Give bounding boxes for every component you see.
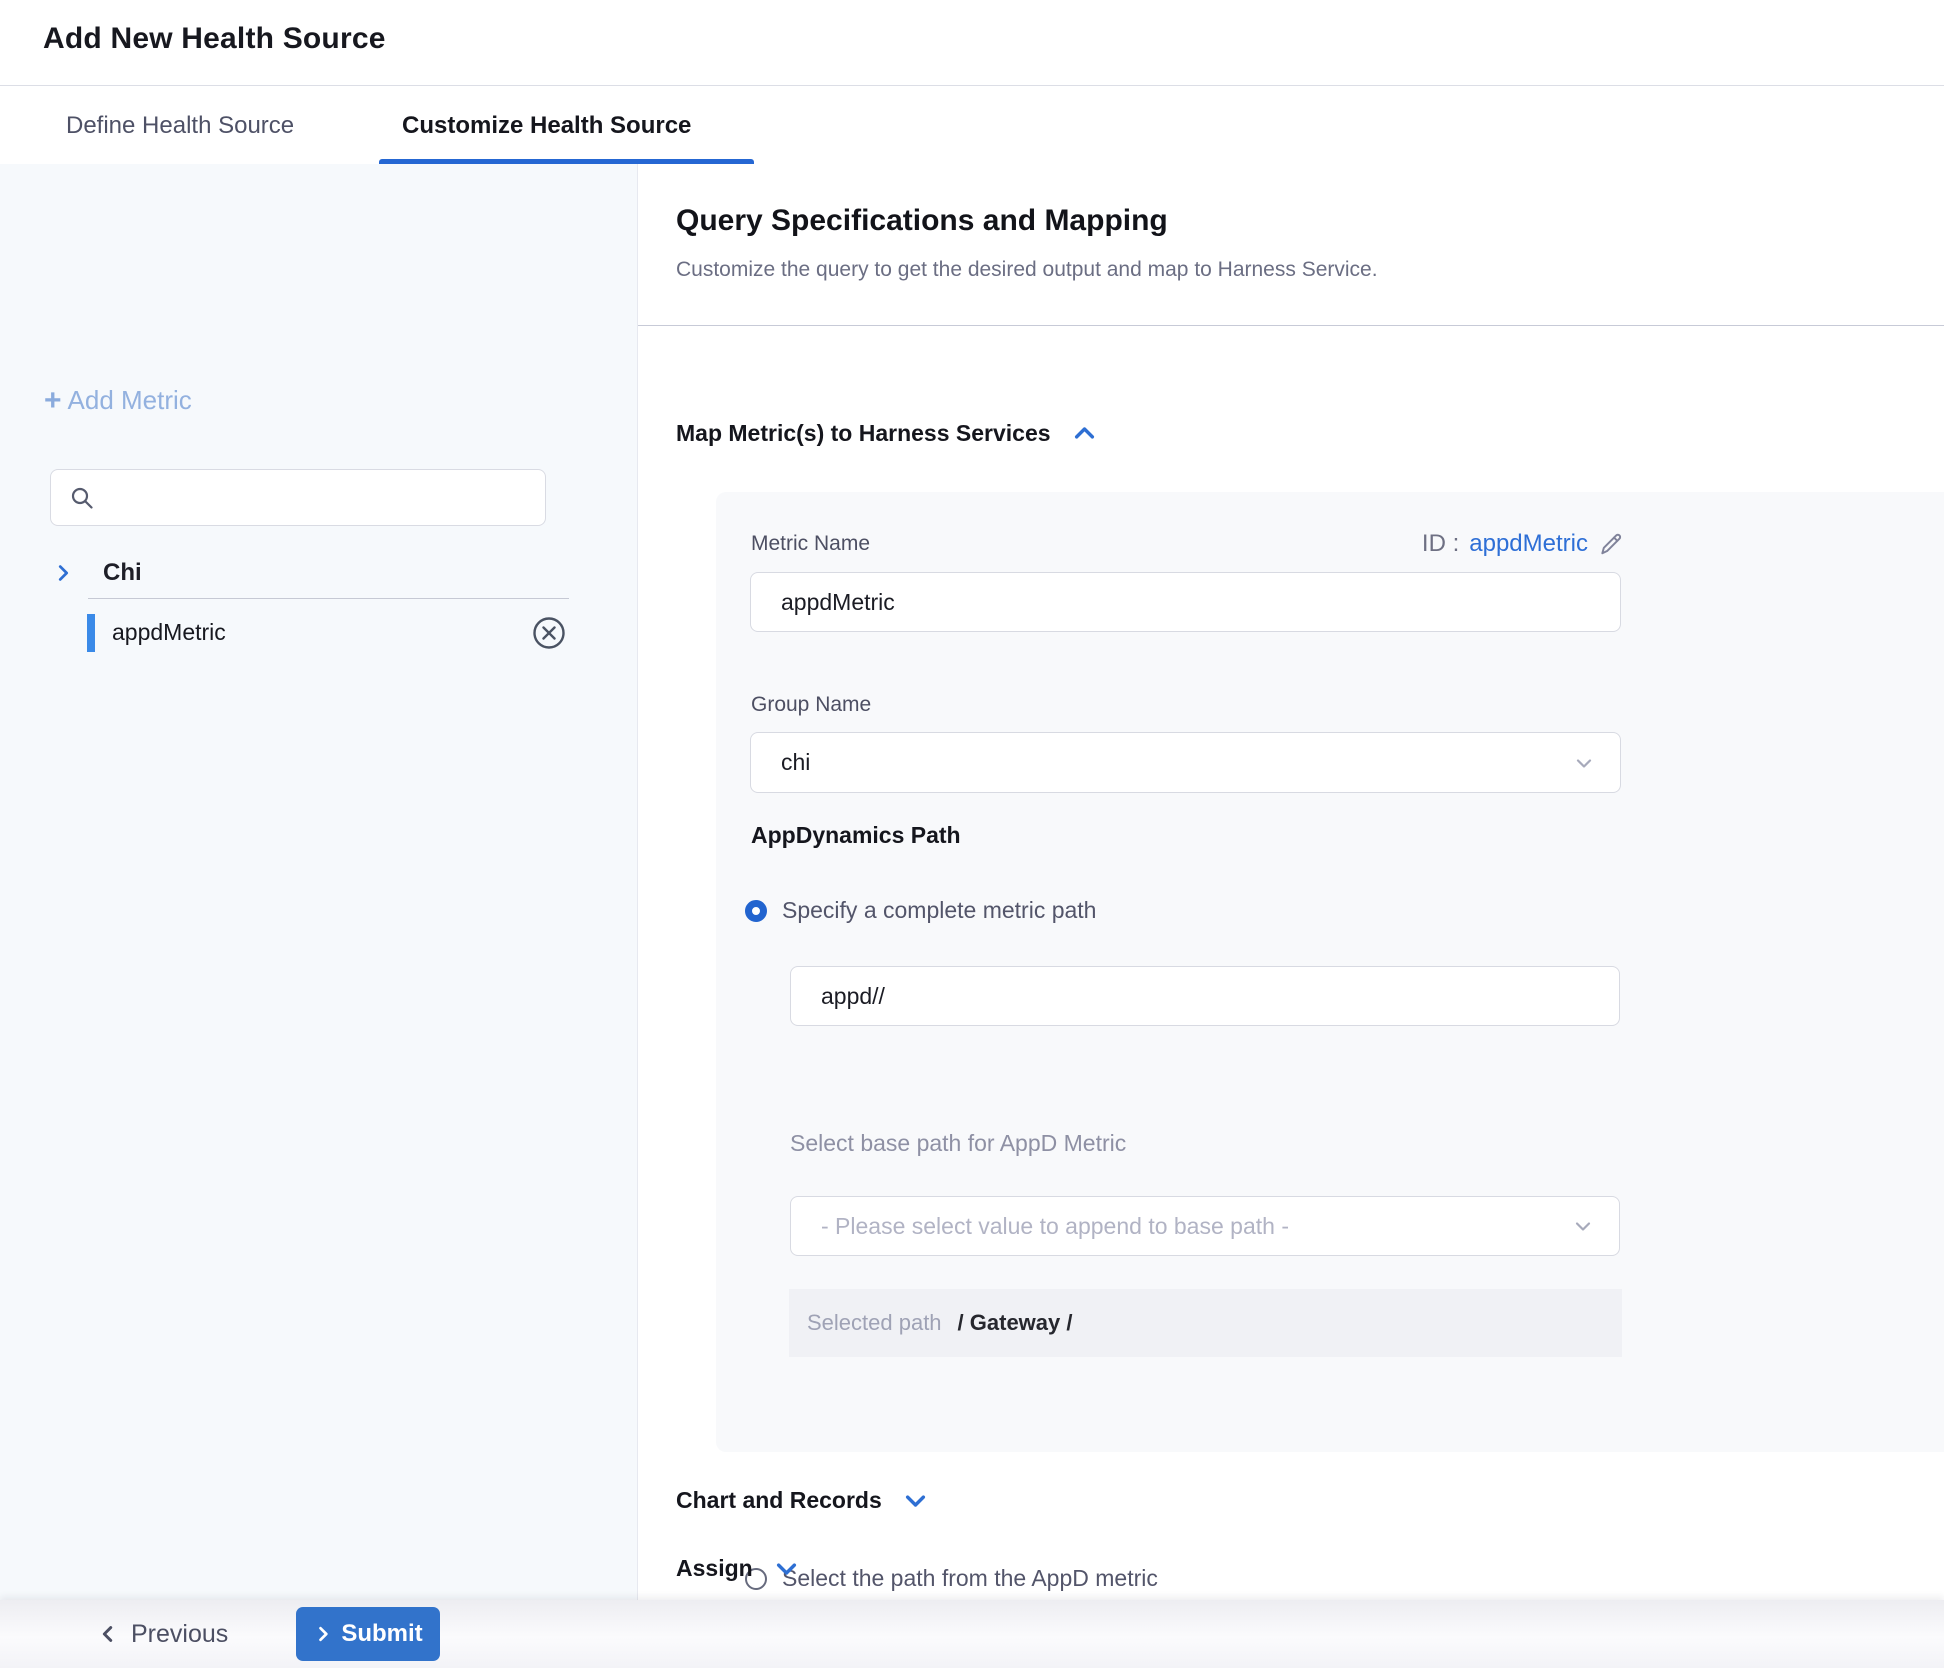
tab-customize-health-source[interactable]: Customize Health Source <box>402 87 691 164</box>
group-name-select[interactable]: chi <box>750 732 1621 793</box>
assign-title: Assign <box>676 1555 753 1582</box>
search-icon <box>69 485 95 511</box>
chevron-right-icon <box>313 1624 333 1644</box>
sidebar: + Add Metric Chi appdMetric <box>0 164 638 1600</box>
radio-label: Specify a complete metric path <box>782 897 1096 924</box>
selected-path-value: / Gateway / <box>958 1310 1073 1336</box>
group-name: Chi <box>103 559 142 587</box>
chevron-left-icon <box>97 1623 119 1645</box>
base-path-placeholder: - Please select value to append to base … <box>821 1213 1289 1240</box>
page-title: Add New Health Source <box>43 22 386 56</box>
metric-name-input[interactable] <box>750 572 1621 632</box>
metric-search-box <box>50 469 546 526</box>
radio-label: Select the path from the AppD metric <box>782 1565 1158 1592</box>
base-path-select[interactable]: - Please select value to append to base … <box>790 1196 1620 1256</box>
chevron-down-icon <box>1572 751 1596 775</box>
group-name-label: Group Name <box>751 693 871 717</box>
tab-bar: Define Health Source Customize Health So… <box>0 87 1944 164</box>
footer-bar: Previous Submit <box>0 1600 1944 1668</box>
chart-and-records-title: Chart and Records <box>676 1487 882 1514</box>
previous-button[interactable]: Previous <box>97 1609 228 1659</box>
id-value-link[interactable]: appdMetric <box>1469 530 1588 558</box>
header-divider <box>638 325 1944 326</box>
sidebar-group-chi[interactable]: Chi <box>0 548 638 598</box>
map-metrics-section-title: Map Metric(s) to Harness Services <box>676 420 1051 447</box>
map-metrics-panel: Metric Name ID : appdMetric Group Name c… <box>716 492 1944 1452</box>
metric-item-name: appdMetric <box>112 619 226 646</box>
radio-selected-icon[interactable] <box>745 900 767 922</box>
submit-button[interactable]: Submit <box>296 1607 440 1661</box>
chevron-up-icon[interactable] <box>1071 420 1098 447</box>
chevron-down-icon <box>1571 1214 1595 1238</box>
add-health-source-screen: Add New Health Source Define Health Sour… <box>0 0 1944 1668</box>
add-metric-button[interactable]: + Add Metric <box>44 385 192 416</box>
header: Add New Health Source <box>0 0 1944 86</box>
add-metric-label: Add Metric <box>68 385 192 416</box>
group-divider <box>88 598 569 599</box>
radio-complete-metric-path[interactable]: Specify a complete metric path <box>745 897 1096 924</box>
section-subtitle: Customize the query to get the desired o… <box>676 258 1378 282</box>
selected-path-display: Selected path / Gateway / <box>789 1289 1622 1357</box>
assign-section-toggle[interactable]: Assign <box>676 1555 800 1582</box>
chevron-down-icon[interactable] <box>902 1487 929 1514</box>
selected-metric-indicator <box>87 614 95 652</box>
remove-metric-icon[interactable] <box>532 616 566 650</box>
appdynamics-path-heading: AppDynamics Path <box>751 822 961 849</box>
chevron-down-icon[interactable] <box>773 1555 800 1582</box>
submit-label: Submit <box>341 1620 422 1648</box>
plus-icon: + <box>44 388 62 414</box>
id-label: ID : <box>1422 530 1459 558</box>
edit-pencil-icon[interactable] <box>1598 531 1624 557</box>
tab-label: Customize Health Source <box>402 112 691 140</box>
search-input[interactable] <box>107 485 527 511</box>
map-metrics-section-toggle[interactable]: Map Metric(s) to Harness Services <box>676 420 1098 447</box>
metric-name-label: Metric Name <box>751 532 870 556</box>
section-heading-query-specifications: Query Specifications and Mapping <box>676 204 1168 238</box>
group-name-value: chi <box>781 749 810 776</box>
tab-label: Define Health Source <box>66 112 294 140</box>
metric-id-row: ID : appdMetric <box>1422 530 1624 558</box>
tab-define-health-source[interactable]: Define Health Source <box>66 87 294 164</box>
previous-label: Previous <box>131 1620 228 1649</box>
chevron-right-icon[interactable] <box>52 562 74 584</box>
chart-and-records-section-toggle[interactable]: Chart and Records <box>676 1487 929 1514</box>
radio-select-path-from-appd[interactable]: Select the path from the AppD metric <box>745 1565 1158 1592</box>
complete-metric-path-input[interactable] <box>790 966 1620 1026</box>
sidebar-metric-item[interactable]: appdMetric <box>0 614 638 652</box>
base-path-label: Select base path for AppD Metric <box>790 1130 1126 1157</box>
selected-path-label: Selected path <box>807 1310 942 1336</box>
